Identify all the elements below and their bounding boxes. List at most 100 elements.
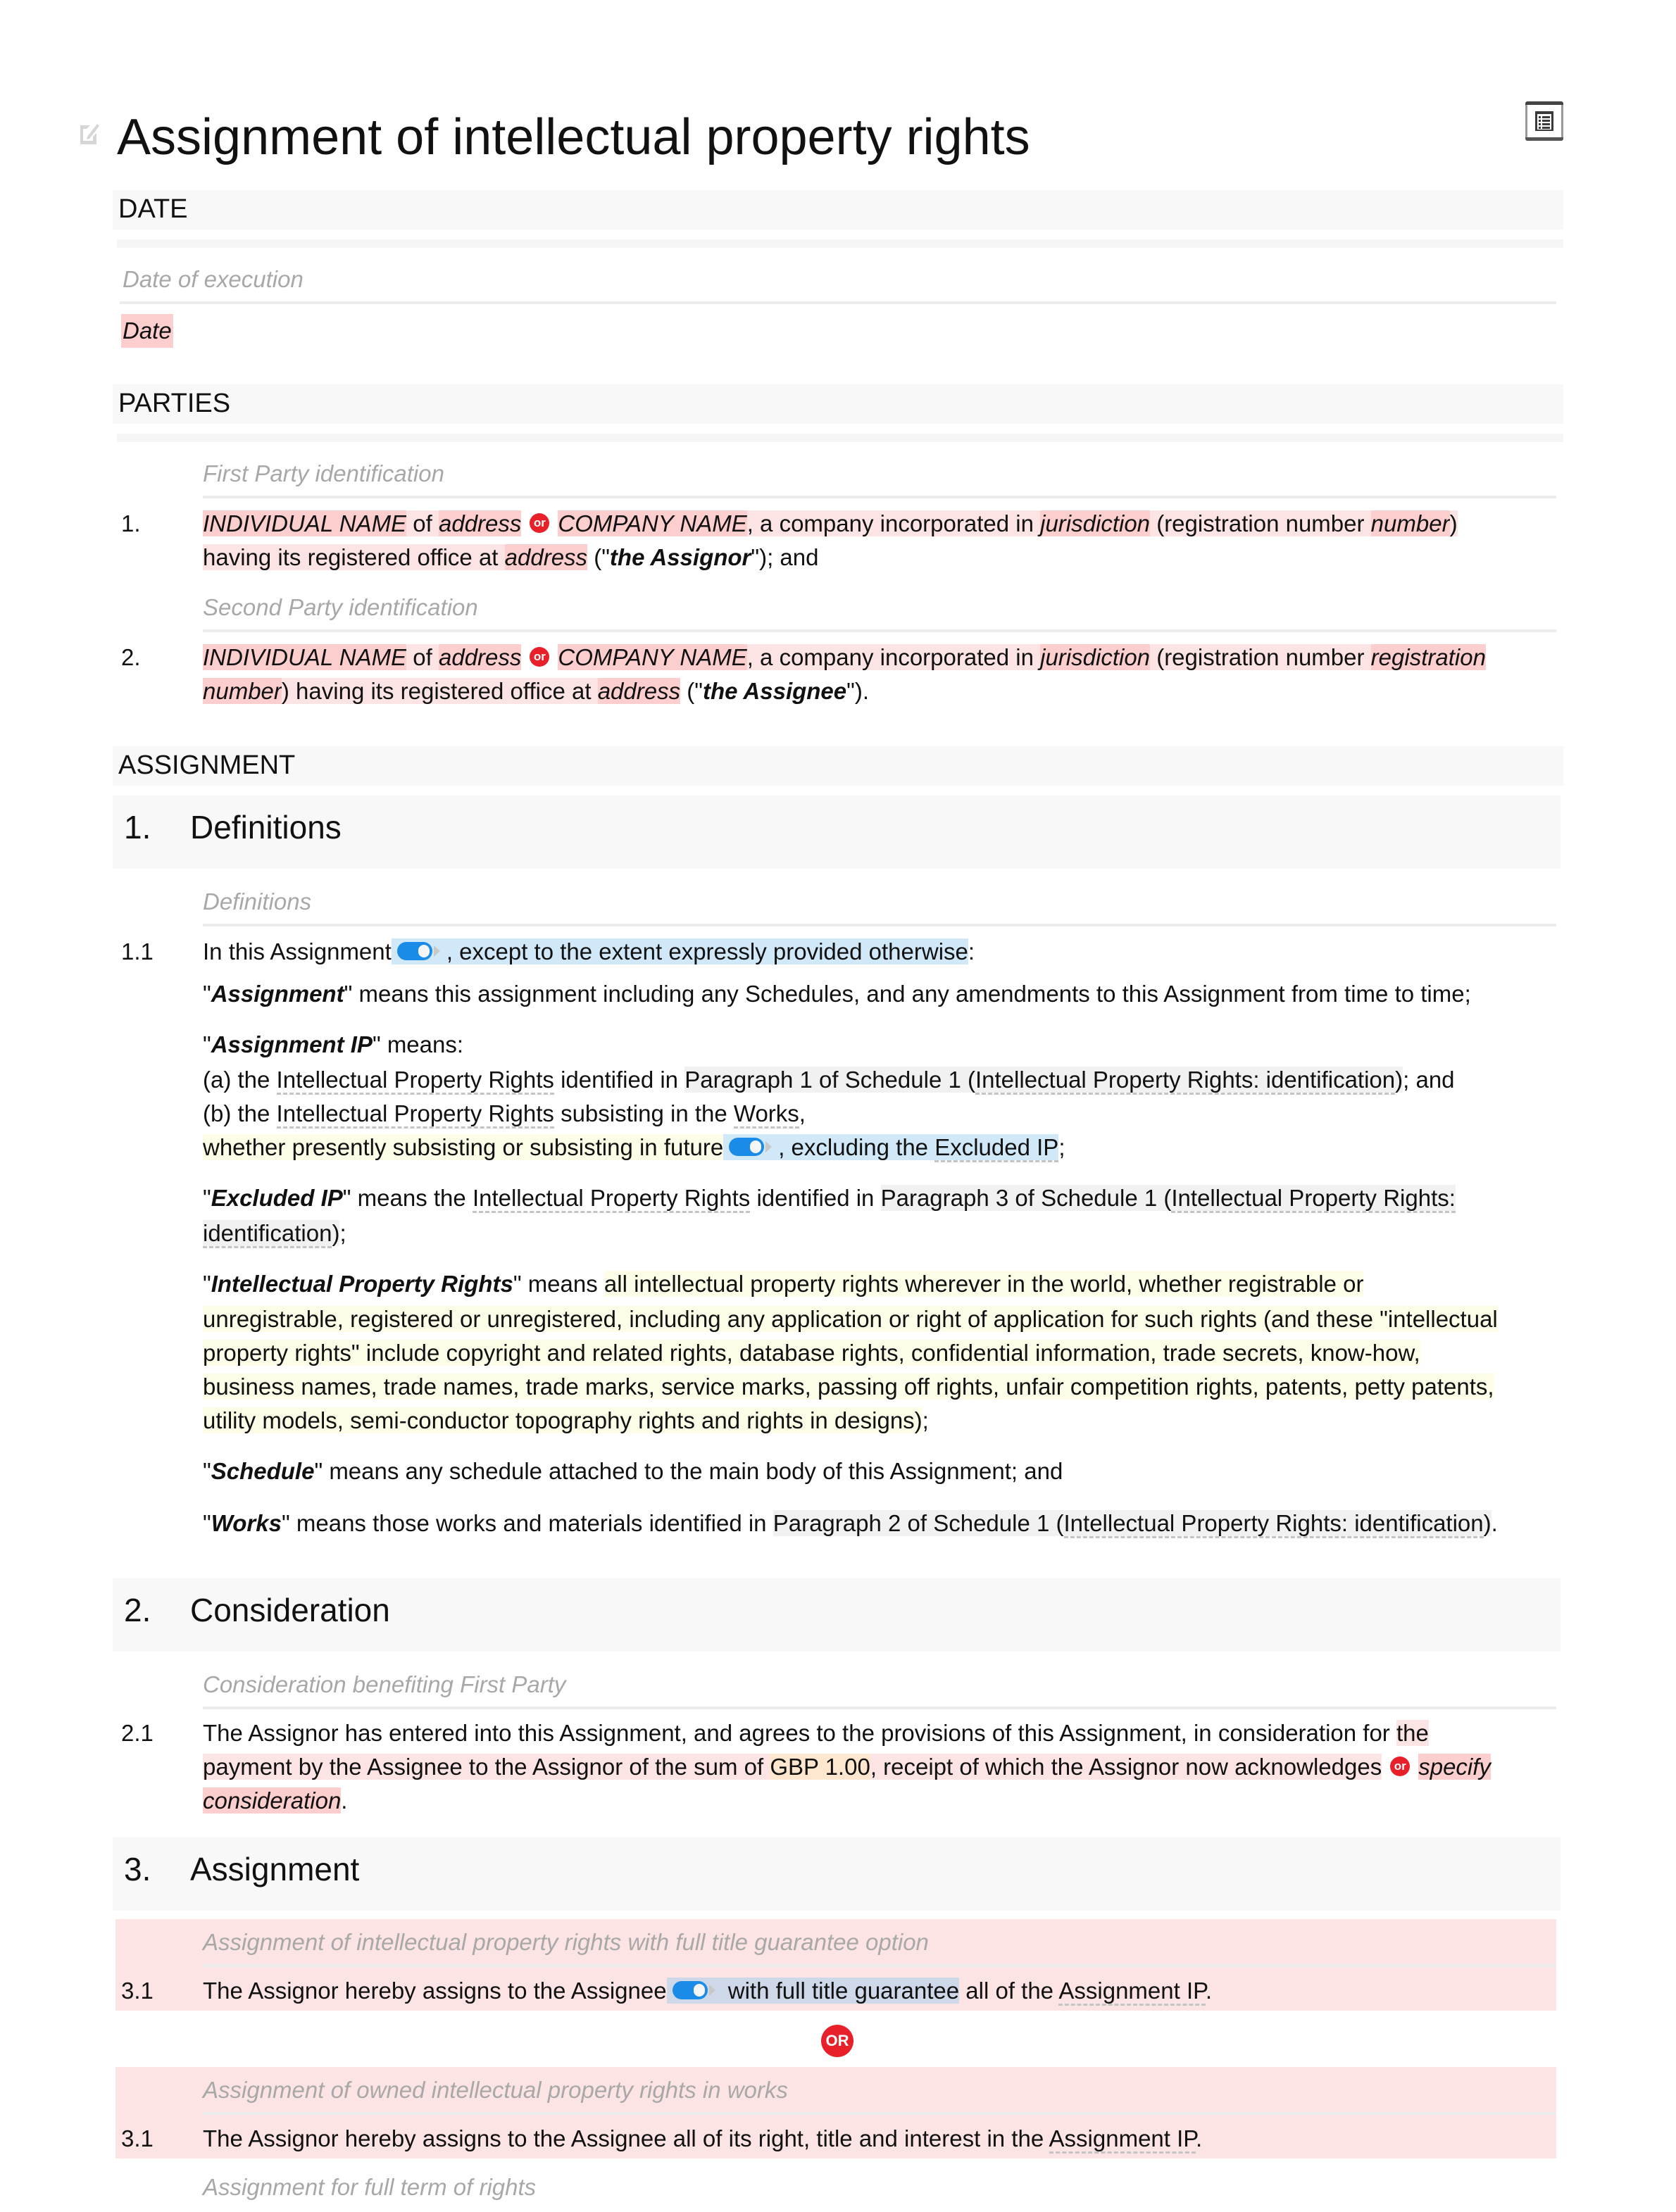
text: all of the xyxy=(959,1978,1059,2004)
defined-term-link[interactable]: Excluded IP xyxy=(934,1134,1059,1162)
text: having its registered office at xyxy=(203,544,505,570)
text: , xyxy=(799,1100,806,1126)
text: ) xyxy=(1449,510,1458,536)
party-number: 2. xyxy=(121,644,141,670)
specify-consideration-field-cont[interactable]: consideration xyxy=(203,1787,342,1814)
defined-term-link[interactable]: Intellectual Property Rights: identifica… xyxy=(975,1067,1396,1095)
text: . xyxy=(1205,1978,1213,2004)
company-name-field[interactable]: COMPANY NAME xyxy=(558,644,747,670)
defined-term-link[interactable]: identification xyxy=(203,1220,332,1248)
clause-title: Assignment xyxy=(190,1851,360,1887)
definitions-hint: Definitions xyxy=(203,888,312,915)
optional-text: with full title guarantee xyxy=(721,1978,960,2004)
defined-term-link[interactable]: Assignment IP xyxy=(1058,1978,1206,2006)
toggle-switch[interactable] xyxy=(396,941,441,962)
highlighted-text: all intellectual property rights whereve… xyxy=(604,1271,1364,1297)
text: (a) the xyxy=(203,1067,277,1093)
date-section-header: DATE xyxy=(113,190,1563,230)
party-number: 1. xyxy=(121,510,141,536)
registration-number-field-cont[interactable]: number xyxy=(203,678,282,704)
text: . xyxy=(1491,1510,1498,1536)
highlighted-text: business names, trade names, trade marks… xyxy=(203,1374,1494,1400)
divider xyxy=(120,301,1556,304)
definition-ipr-line-4: business names, trade names, trade marks… xyxy=(203,1370,1494,1404)
text: ; xyxy=(922,1407,929,1433)
table-of-contents-button[interactable] xyxy=(1525,101,1563,141)
text: " xyxy=(203,1185,211,1211)
divider xyxy=(203,629,1556,632)
clause-number: 2. xyxy=(124,1592,151,1628)
text: subsisting in the xyxy=(554,1100,734,1126)
cross-reference[interactable]: Paragraph 1 of Schedule 1 (Intellectual … xyxy=(684,1067,1403,1095)
clause-1-header: 1. Definitions xyxy=(113,796,1561,869)
clause-2-1-line-1: The Assignor has entered into this Assig… xyxy=(203,1716,1429,1750)
sub-clause-number: 3.1 xyxy=(121,1978,154,2004)
registration-number-field[interactable]: registration xyxy=(1370,644,1486,670)
defined-term-link[interactable]: Intellectual Property Rights xyxy=(472,1185,751,1213)
clause-2-1-line-2: payment by the Assignee to the Assignor … xyxy=(203,1750,1491,1784)
document-title: Assignment of intellectual property righ… xyxy=(117,109,1030,165)
text: The Assignor hereby assigns to the Assig… xyxy=(203,2125,1049,2151)
clause-1-1-intro: In this Assignment , except to the extent… xyxy=(203,935,975,969)
definition-schedule: "Schedule" means any schedule attached t… xyxy=(203,1454,1063,1488)
option-text: the xyxy=(1396,1720,1429,1746)
defined-term-link[interactable]: Intellectual Property Rights xyxy=(276,1067,554,1095)
defined-term-link[interactable]: Intellectual Property Rights: identifica… xyxy=(1063,1510,1484,1538)
individual-name-field[interactable]: INDIVIDUAL NAME xyxy=(203,510,407,536)
assignment-section-header: ASSIGNMENT xyxy=(113,746,1563,786)
jurisdiction-field[interactable]: jurisdiction xyxy=(1040,644,1151,670)
optional-text-toggle-block: with full title guarantee xyxy=(666,1978,960,2004)
text: " xyxy=(203,1510,211,1536)
highlighted-text: utility models, semi-conductor topograph… xyxy=(203,1407,923,1433)
defined-term-link[interactable]: Assignment IP xyxy=(1049,2125,1196,2154)
office-address-field[interactable]: address xyxy=(504,544,588,570)
optional-text: , except to the extent expressly provide… xyxy=(446,938,968,964)
address-field[interactable]: address xyxy=(438,644,522,670)
date-placeholder[interactable]: Date xyxy=(121,314,173,348)
highlighted-text: property rights" include copyright and r… xyxy=(203,1340,1420,1366)
text: (b) the xyxy=(203,1100,277,1126)
toggle-switch[interactable] xyxy=(729,1136,773,1157)
pencil-edit-icon[interactable] xyxy=(79,121,100,146)
first-party-hint: First Party identification xyxy=(203,460,444,486)
office-address-field[interactable]: address xyxy=(597,678,681,704)
individual-name-field[interactable]: INDIVIDUAL NAME xyxy=(203,644,407,670)
defined-term-link[interactable]: Works xyxy=(733,1100,799,1129)
option-block-1[interactable]: Assignment of intellectual property righ… xyxy=(115,1919,1556,2011)
text: Paragraph 3 of Schedule 1 ( xyxy=(880,1185,1172,1211)
company-name-field[interactable]: COMPANY NAME xyxy=(558,510,747,536)
or-toggle-badge[interactable]: or xyxy=(1390,1757,1411,1777)
definition-assignment-ip-a: (a) the Intellectual Property Rights ide… xyxy=(203,1063,1455,1097)
or-toggle-badge[interactable]: or xyxy=(530,513,550,534)
text: "); and xyxy=(751,544,819,570)
cross-reference[interactable]: Paragraph 2 of Schedule 1 (Intellectual … xyxy=(773,1510,1491,1538)
specify-consideration-field[interactable]: specify xyxy=(1418,1754,1491,1780)
defined-term-link[interactable]: Intellectual Property Rights: xyxy=(1171,1185,1456,1213)
clause-2-header: 2. Consideration xyxy=(113,1578,1561,1652)
registration-number-field[interactable]: number xyxy=(1370,510,1450,536)
date-heading: DATE xyxy=(118,194,188,224)
address-field[interactable]: address xyxy=(438,510,522,536)
defined-term-link[interactable]: Intellectual Property Rights xyxy=(276,1100,554,1129)
option-text: payment by the Assignee to the Assignor … xyxy=(203,1754,770,1780)
clause-3-1-option-1: The Assignor hereby assigns to the Assig… xyxy=(203,1974,1212,2008)
table-of-contents-icon xyxy=(1535,111,1553,131)
text: " means xyxy=(513,1271,604,1297)
amount-field[interactable]: GBP 1.00 xyxy=(770,1754,870,1780)
divider xyxy=(117,434,1563,442)
party-1-line-1: INDIVIDUAL NAME of address or COMPANY NAME… xyxy=(203,507,1458,541)
text: of xyxy=(406,644,439,670)
divider xyxy=(203,496,1556,498)
jurisdiction-field[interactable]: jurisdiction xyxy=(1040,510,1151,536)
or-toggle-badge[interactable]: or xyxy=(530,647,550,667)
cross-reference-cont[interactable]: identification) xyxy=(203,1220,340,1248)
option-block-2[interactable]: Assignment of owned intellectual propert… xyxy=(115,2067,1556,2158)
divider xyxy=(203,2112,1556,2115)
toggle-switch[interactable] xyxy=(672,1980,716,2001)
defined-term: Works xyxy=(211,1510,282,1536)
defined-term: Schedule xyxy=(211,1458,315,1484)
or-separator-badge[interactable]: OR xyxy=(821,2025,853,2057)
text: "). xyxy=(846,678,870,704)
cross-reference[interactable]: Paragraph 3 of Schedule 1 (Intellectual … xyxy=(880,1185,1456,1213)
text: " xyxy=(203,1271,211,1297)
